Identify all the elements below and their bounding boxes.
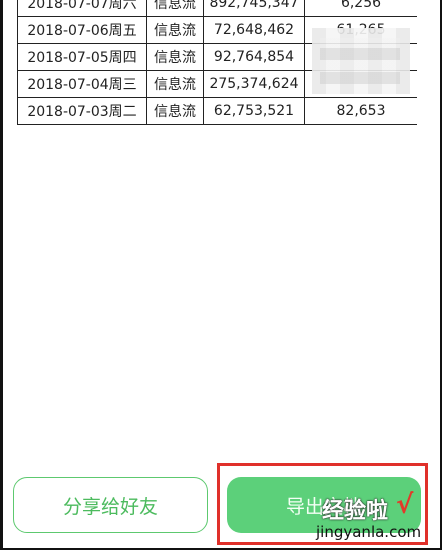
pixelated-redaction	[312, 28, 410, 94]
table-row: 2018-07-07周六 信息流 892,745,347 6,256	[17, 0, 417, 17]
clicks-cell: 6,256	[304, 0, 417, 17]
impressions-cell: 892,745,347	[203, 0, 305, 17]
impressions-cell: 92,764,854	[203, 43, 305, 71]
date-cell: 2018-07-05周四	[17, 43, 147, 71]
channel-cell: 信息流	[146, 97, 204, 125]
share-to-friends-button[interactable]: 分享给好友	[13, 477, 208, 533]
share-button-label: 分享给好友	[62, 495, 158, 518]
date-cell: 2018-07-06周五	[17, 16, 147, 44]
watermark-title: 经验啦	[322, 499, 389, 524]
date-cell: 2018-07-07周六	[17, 0, 147, 17]
clicks-cell: 82,653	[304, 97, 417, 125]
impressions-cell: 62,753,521	[203, 97, 305, 125]
impressions-cell: 72,648,462	[203, 16, 305, 44]
left-frame-border	[0, 0, 3, 550]
table-row: 2018-07-03周二 信息流 62,753,521 82,653	[17, 97, 417, 125]
impressions-cell: 275,374,624	[203, 70, 305, 98]
channel-cell: 信息流	[146, 0, 204, 17]
date-cell: 2018-07-04周三	[17, 70, 147, 98]
channel-cell: 信息流	[146, 70, 204, 98]
date-cell: 2018-07-03周二	[17, 97, 147, 125]
channel-cell: 信息流	[146, 43, 204, 71]
watermark-url: jingyanla.com	[316, 523, 422, 541]
watermark-check-icon: √	[396, 490, 414, 520]
channel-cell: 信息流	[146, 16, 204, 44]
